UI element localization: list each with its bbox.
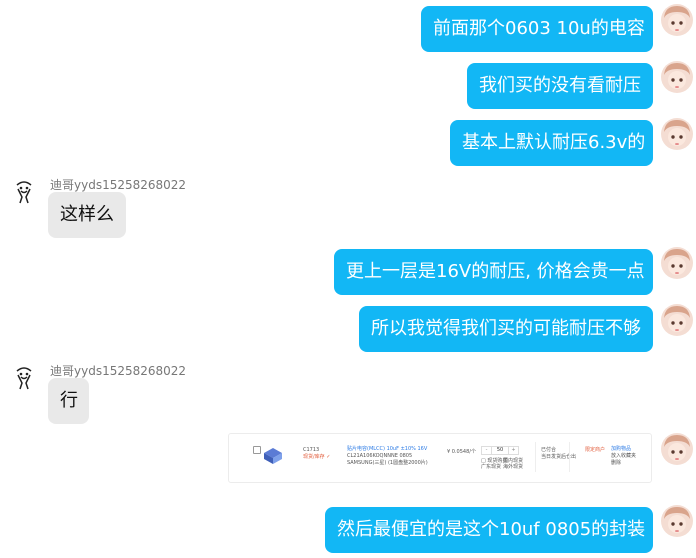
message-bubble-outgoing[interactable]: 前面那个0603 10u的电容 — [421, 6, 653, 52]
purchase-option-4: 海外现货 — [503, 464, 524, 470]
product-desc-2: CL21A106KOQNNNE 0805 — [347, 453, 413, 459]
product-stock: 现货/库存 ✓ — [303, 454, 331, 460]
my-avatar[interactable] — [661, 247, 693, 279]
checkbox-icon — [253, 446, 261, 454]
add-to-cart-link[interactable]: 加购物品 — [611, 446, 631, 452]
my-avatar[interactable] — [661, 433, 693, 465]
contact-avatar[interactable] — [8, 361, 40, 393]
merchant-tag: 限定商户 — [585, 447, 606, 453]
my-avatar[interactable] — [661, 304, 693, 336]
favorite-link[interactable]: 放入收藏夹 — [611, 453, 636, 459]
quantity-stepper[interactable]: - 50 + — [481, 446, 519, 455]
order-status-sub: 当日发货后仓出 — [541, 454, 577, 460]
qty-plus-button[interactable]: + — [508, 447, 518, 454]
sender-name: 迪哥yyds15258268022 — [50, 178, 187, 192]
message-bubble-incoming[interactable]: 行 — [48, 378, 89, 424]
product-price: ¥ 0.0548/个 — [447, 449, 476, 455]
my-avatar[interactable] — [661, 4, 693, 36]
image-message-product-card[interactable]: C1713 现货/库存 ✓ 贴片电容(MLCC) 10uF ±10% 16V C… — [228, 433, 652, 483]
message-bubble-outgoing[interactable]: 然后最便宜的是这个10uf 0805的封装 — [325, 507, 653, 553]
contact-avatar[interactable] — [8, 175, 40, 207]
my-avatar[interactable] — [661, 61, 693, 93]
message-bubble-outgoing[interactable]: 更上一层是16V的耐压, 价格会贵一点 — [334, 249, 653, 295]
message-bubble-outgoing[interactable]: 我们买的没有看耐压 — [467, 63, 653, 109]
my-avatar[interactable] — [661, 118, 693, 150]
delete-link[interactable]: 删除 — [611, 460, 621, 466]
qty-value[interactable]: 50 — [491, 447, 509, 454]
product-desc-1: 贴片电容(MLCC) 10uF ±10% 16V — [347, 446, 428, 452]
chat-window: 前面那个0603 10u的电容 我们买的没有看耐压 基本上默认耐压6.3v的 迪… — [0, 0, 696, 558]
divider — [535, 442, 536, 472]
message-bubble-incoming[interactable]: 这样么 — [48, 192, 126, 238]
purchase-option-2: 广东现货 — [481, 464, 502, 470]
divider — [569, 442, 570, 472]
my-avatar[interactable] — [661, 505, 693, 537]
product-thumbnail-icon — [264, 448, 282, 464]
product-desc-3: SAMSUNG(三星) (1圆盘整2000片) — [347, 460, 428, 466]
product-code: C1713 — [303, 447, 320, 453]
order-status: 已付合 — [541, 447, 557, 453]
message-bubble-outgoing[interactable]: 所以我觉得我们买的可能耐压不够 — [359, 306, 653, 352]
message-bubble-outgoing[interactable]: 基本上默认耐压6.3v的 — [450, 120, 653, 166]
sender-name: 迪哥yyds15258268022 — [50, 364, 187, 378]
